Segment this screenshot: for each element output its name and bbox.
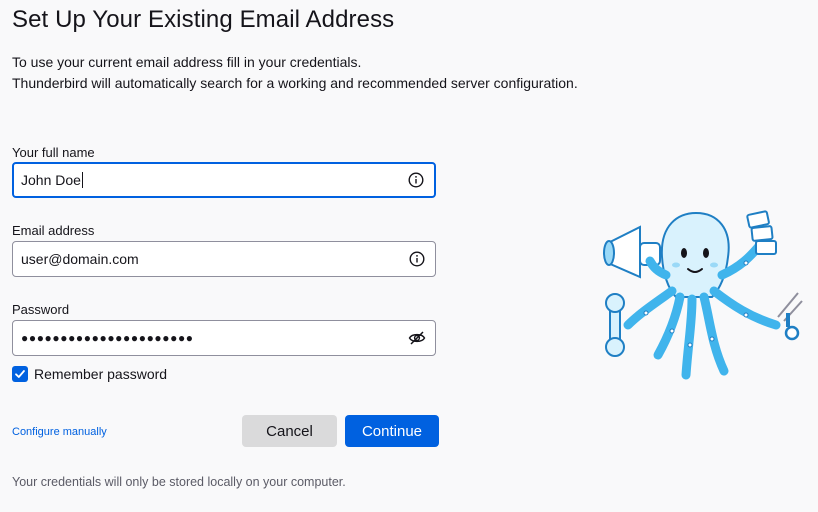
checkmark-icon [15, 370, 25, 378]
full-name-value[interactable]: John Doe [14, 172, 406, 188]
info-icon[interactable] [406, 170, 426, 190]
password-field[interactable]: ●●●●●●●●●●●●●●●●●●●●●● [12, 320, 436, 356]
cancel-button[interactable]: Cancel [242, 415, 337, 447]
scissors-icon [777, 292, 803, 341]
description-line-1: To use your current email address fill i… [12, 54, 362, 70]
remember-password-checkbox[interactable] [12, 366, 28, 382]
page-title: Set Up Your Existing Email Address [12, 6, 395, 33]
remember-password-row[interactable]: Remember password [12, 366, 167, 382]
envelope-icon [746, 210, 777, 255]
page-description: To use your current email address fill i… [12, 52, 578, 94]
octopus-mascot-illustration [603, 210, 803, 380]
text-caret [81, 172, 83, 188]
full-name-field[interactable]: John Doe [12, 162, 436, 198]
email-label: Email address [12, 223, 95, 238]
continue-button[interactable]: Continue [345, 415, 439, 447]
email-field[interactable]: user@domain.com [12, 241, 436, 277]
eye-slash-icon[interactable] [407, 328, 427, 348]
password-label: Password [12, 302, 70, 317]
configure-manually-link[interactable]: Configure manually [12, 426, 107, 438]
info-icon[interactable] [407, 249, 427, 269]
description-line-2: Thunderbird will automatically search fo… [12, 75, 578, 91]
wrench-icon [605, 293, 625, 357]
credentials-note: Your credentials will only be stored loc… [12, 475, 346, 489]
email-value[interactable]: user@domain.com [13, 251, 407, 267]
remember-password-label[interactable]: Remember password [34, 366, 167, 382]
password-value[interactable]: ●●●●●●●●●●●●●●●●●●●●●● [13, 332, 407, 344]
full-name-label: Your full name [12, 145, 95, 160]
